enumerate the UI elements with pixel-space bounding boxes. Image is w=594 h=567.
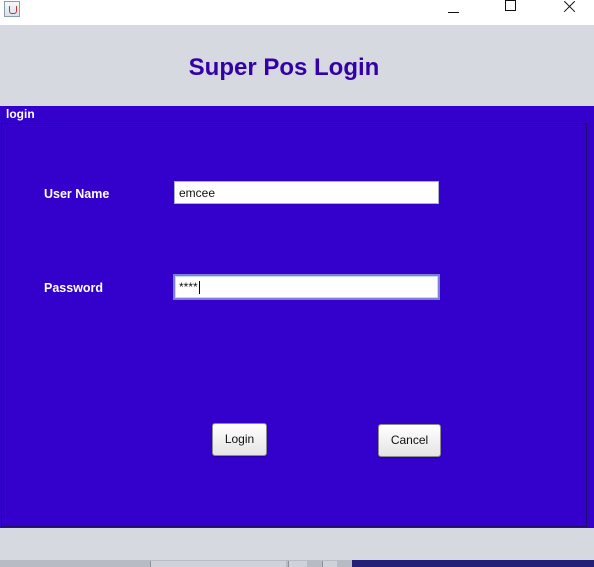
maximize-icon[interactable] [488, 0, 534, 25]
login-panel: login User Name emcee Password **** Logi… [0, 106, 594, 528]
panel-caption: login [6, 107, 35, 121]
username-label: User Name [44, 187, 110, 201]
minimize-icon[interactable] [430, 0, 476, 25]
page-title: Super Pos Login [188, 54, 380, 81]
java-cup-icon [4, 1, 20, 17]
close-icon[interactable] [546, 0, 592, 25]
login-button[interactable]: Login [212, 423, 267, 456]
taskbar-dark-region [352, 560, 594, 567]
username-field[interactable]: emcee [174, 181, 439, 204]
password-field[interactable]: **** [173, 274, 440, 300]
password-label: Password [44, 281, 104, 295]
footer-bar [0, 528, 594, 560]
taskbar-segment [150, 561, 286, 567]
window-titlebar [0, 0, 594, 25]
cancel-button[interactable]: Cancel [378, 424, 441, 457]
text-caret [198, 281, 200, 295]
taskbar-strip [0, 560, 594, 567]
taskbar-segment [322, 561, 337, 567]
header: Super Pos Login [0, 25, 594, 106]
password-value: **** [179, 280, 198, 294]
taskbar-segment [288, 561, 307, 567]
